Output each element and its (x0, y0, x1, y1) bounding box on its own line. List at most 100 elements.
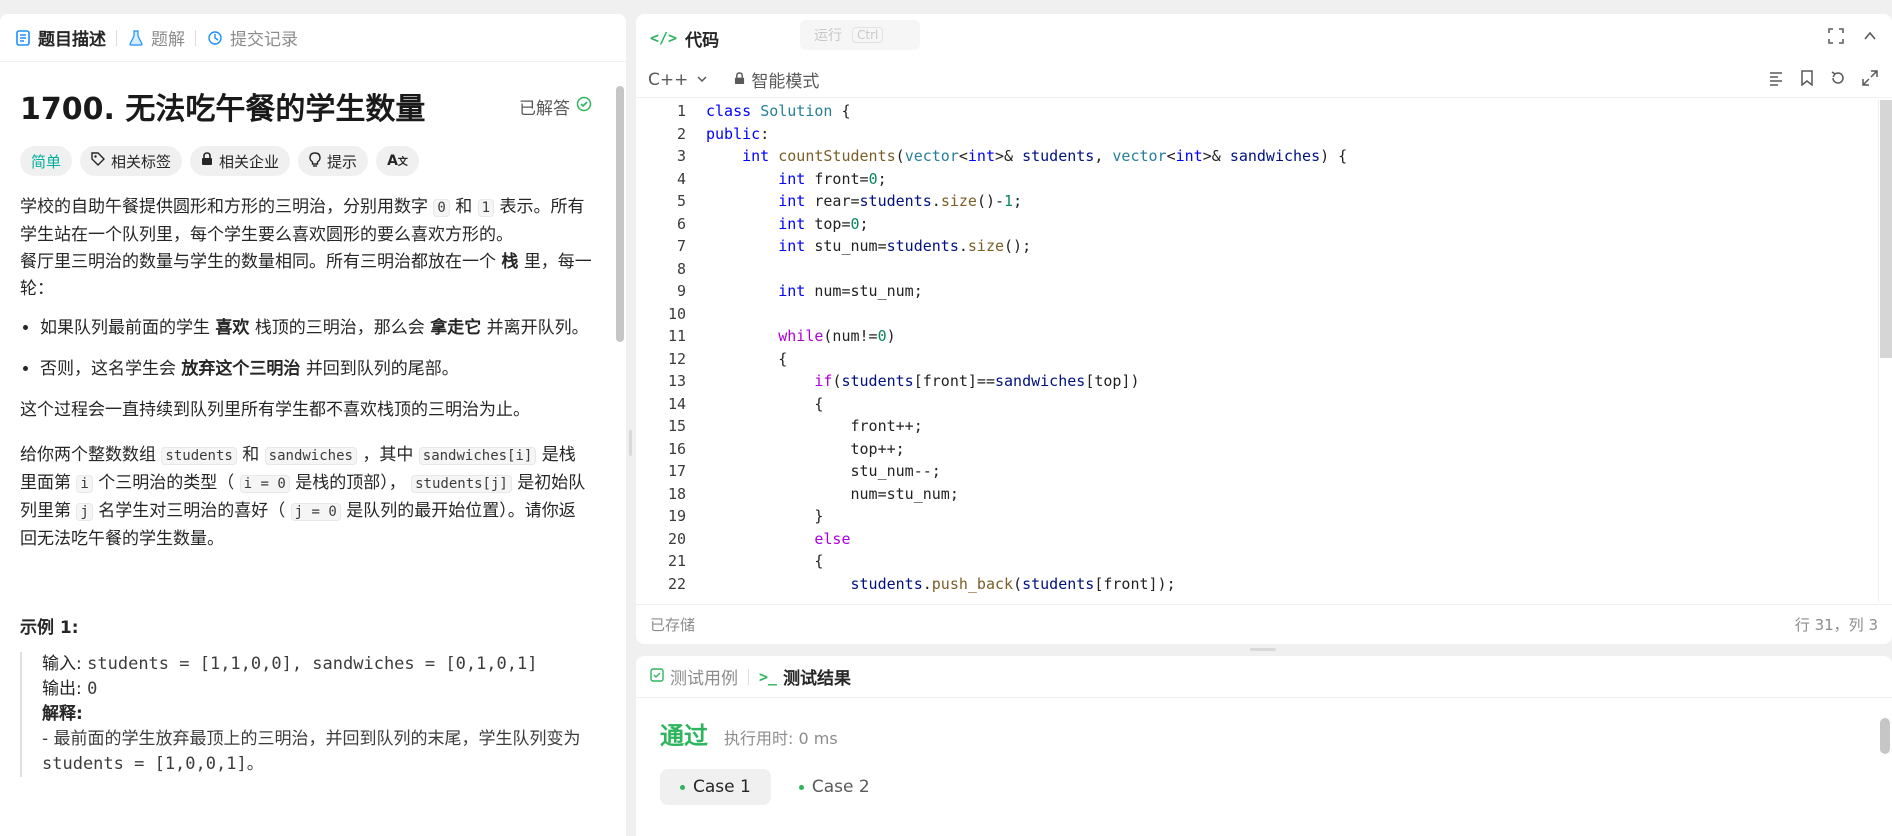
bold-text: 拿走它 (430, 318, 482, 338)
result-scrollbar[interactable] (1880, 718, 1890, 754)
result-status: 通过 (660, 722, 708, 750)
case-tabs: Case 1 Case 2 (660, 769, 1892, 805)
code-editor[interactable]: 1 class Solution { 2 public: 3 int countSt… (636, 100, 1876, 602)
companies-chip[interactable]: 相关企业 (190, 146, 291, 176)
line-number: 1 (676, 102, 686, 120)
pass-dot-icon (680, 784, 685, 790)
editor-scrollbar[interactable] (1878, 100, 1892, 602)
line-number: 6 (676, 214, 686, 233)
example-input: students = [1,1,0,0], sandwiches = [0,1,… (87, 654, 538, 674)
problem-title: 1700. 无法吃午餐的学生数量 (20, 92, 426, 127)
panel-controls (1828, 28, 1878, 48)
inline-code: j = 0 (290, 503, 341, 521)
code-line: 5 int rear=students.size()-1; (636, 190, 1876, 213)
history-icon (206, 29, 224, 47)
tab-submissions[interactable]: 提交记录 (206, 25, 308, 50)
solved-status: 已解答 (519, 94, 592, 119)
language-select[interactable]: C++ (648, 70, 708, 90)
case-tab-1[interactable]: Case 1 (660, 769, 771, 805)
tags-chip[interactable]: 相关标签 (80, 146, 183, 176)
case-tab-2[interactable]: Case 2 (779, 769, 890, 805)
line-number: 5 (676, 192, 686, 210)
text: 如果队列最前面的学生 (40, 318, 210, 338)
line-number: 22 (667, 574, 686, 593)
tab-description[interactable]: 题目描述 (14, 25, 116, 50)
reset-icon[interactable] (1830, 70, 1846, 90)
description-scrollbar[interactable] (616, 76, 624, 836)
inline-code: i (76, 475, 93, 493)
tags-label: 相关标签 (111, 152, 172, 171)
top-strip (0, 0, 1892, 14)
fullscreen-icon[interactable] (1828, 28, 1844, 48)
tab-divider (116, 29, 117, 46)
lightbulb-icon (309, 151, 321, 171)
hint-chip[interactable]: 提示 (298, 146, 369, 176)
difficulty-label: 简单 (31, 152, 62, 171)
desc-paragraph: 餐厅里三明治的数量与学生的数量相同。所有三明治都放在一个 栈 里，每一轮： (20, 249, 592, 303)
vertical-splitter[interactable] (629, 430, 632, 456)
result-panel: 测试用例 >_ 测试结果 通过 执行用时: 0 ms Case 1 Case 2 (636, 656, 1892, 836)
editor-statusbar: 已存储 行 31，列 3 (636, 604, 1892, 644)
inline-code: students (161, 447, 237, 465)
input-label: 输入: (42, 654, 82, 674)
run-button-ghost[interactable]: 运行 Ctrl (800, 20, 920, 50)
format-icon[interactable] (1768, 70, 1784, 90)
desc-paragraph: 这个过程会一直持续到队列里所有学生都不喜欢栈顶的三明治为止。 (20, 400, 530, 420)
code-panel: </> 代码 C++ 智能模式 1 class Solution { 2 publi… (636, 14, 1892, 644)
code-icon: </> (650, 29, 678, 47)
problem-description: 学校的自助午餐提供圆形和方形的三明治，分别用数字 0 和 1 表示。所有学生站在… (20, 194, 592, 553)
editor-actions (1768, 70, 1878, 90)
code-line: 11 while(num!=0) (636, 325, 1876, 348)
companies-label: 相关企业 (219, 152, 280, 171)
solved-label: 已解答 (519, 98, 570, 119)
line-number: 2 (676, 124, 686, 143)
line-number: 4 (676, 169, 686, 188)
tab-divider (195, 29, 196, 46)
example-block: 输入: students = [1,1,0,0], sandwiches = [… (20, 652, 592, 777)
code-line: 7 int stu_num=students.size(); (636, 235, 1876, 258)
text: 学校的自助午餐提供圆形和方形的三明治，分别用数字 (20, 197, 428, 217)
pass-dot-icon (798, 784, 804, 790)
language-label: C++ (648, 69, 689, 90)
desc-paragraph: 学校的自助午餐提供圆形和方形的三明治，分别用数字 0 和 1 表示。所有学生站在… (20, 194, 592, 249)
scrollbar-thumb[interactable] (1880, 100, 1892, 358)
translate-chip[interactable]: A文 (376, 146, 419, 176)
example-explanation-code: students = [1,0,0,1]。 (42, 754, 264, 774)
chevron-up-icon[interactable] (1862, 28, 1878, 48)
tab-solutions[interactable]: 题解 (127, 25, 195, 50)
tag-icon (91, 152, 106, 170)
problem-tabs: 题目描述 题解 提交记录 (0, 14, 626, 62)
expand-icon[interactable] (1862, 70, 1878, 90)
smart-mode-label: 智能模式 (751, 72, 820, 92)
line-number: 7 (676, 237, 686, 255)
editor-toolbar: C++ 智能模式 (636, 62, 1892, 98)
code-line: 2 public: (636, 123, 1876, 146)
line-number: 17 (667, 462, 686, 480)
line-number: 18 (667, 484, 686, 503)
text: 餐厅里三明治的数量与学生的数量相同。所有三明治都放在一个 (20, 252, 496, 272)
run-shortcut: Ctrl (852, 27, 884, 43)
line-number: 21 (667, 552, 686, 570)
lock-icon (734, 70, 745, 90)
line-number: 14 (667, 394, 686, 413)
explain-label: 解释: (42, 704, 83, 724)
bold-text: 栈 (501, 252, 519, 272)
line-number: 9 (676, 282, 686, 300)
line-number: 10 (667, 304, 686, 323)
example-title: 示例 1: (20, 618, 79, 638)
flask-icon (127, 29, 145, 47)
bookmark-icon[interactable] (1800, 70, 1814, 90)
code-line: 15 front++; (636, 415, 1876, 438)
problem-chips: 简单 相关标签 相关企业 提示 A文 (20, 146, 592, 176)
inline-code: sandwiches (264, 447, 357, 465)
text: 个三明治的类型（ (98, 473, 235, 493)
line-number: 20 (667, 529, 686, 548)
tab-test-result[interactable]: >_ 测试结果 (759, 664, 851, 690)
line-number: 19 (667, 507, 686, 525)
scrollbar-thumb[interactable] (616, 86, 624, 342)
horizontal-splitter[interactable] (1250, 648, 1276, 651)
tab-testcase[interactable]: 测试用例 (650, 664, 738, 689)
inline-code: students[j] (411, 475, 512, 493)
line-number: 3 (676, 147, 686, 165)
smart-mode-toggle[interactable]: 智能模式 (734, 67, 819, 92)
